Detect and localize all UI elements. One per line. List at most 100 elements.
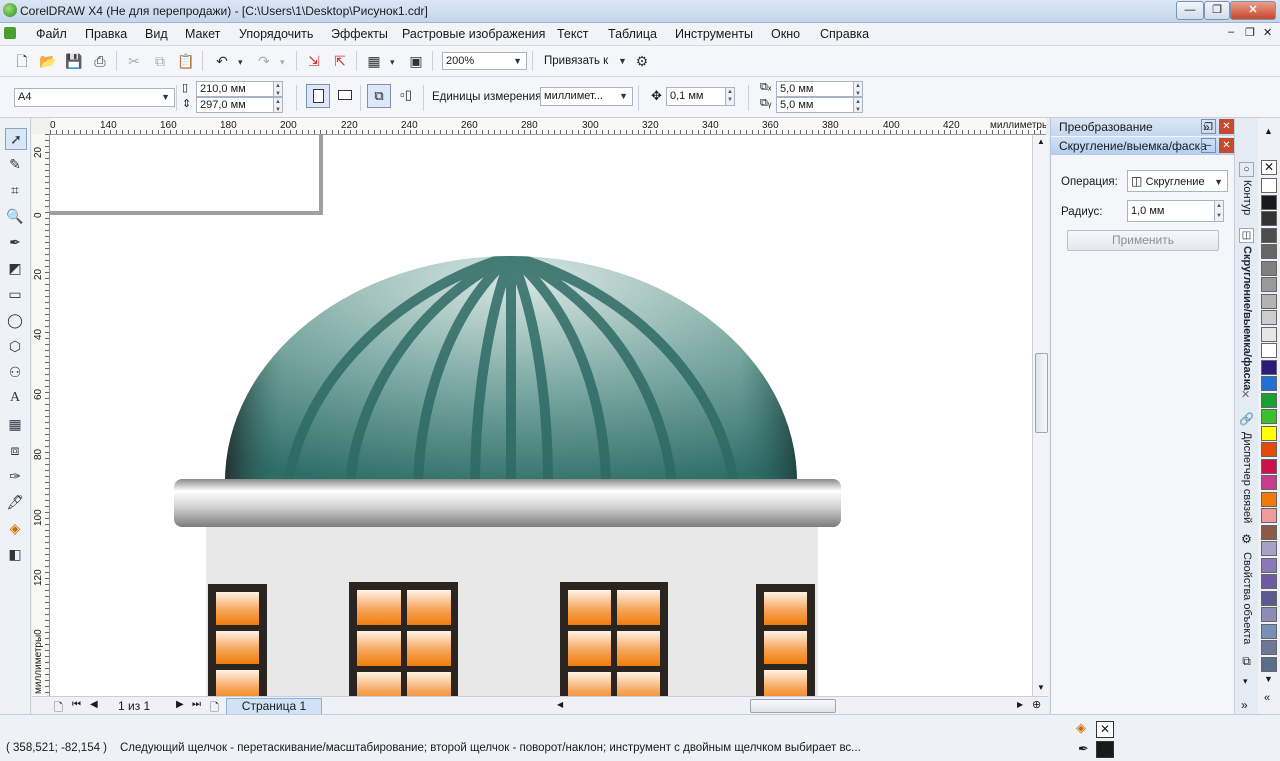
snap-dropdown-icon[interactable]: ▼ <box>618 56 627 66</box>
application-launcher-icon[interactable]: ▦ <box>364 51 384 71</box>
freehand-tool-icon[interactable]: ✒ <box>5 232 25 252</box>
building-wall[interactable] <box>206 525 818 696</box>
color-swatch[interactable] <box>1261 310 1277 325</box>
menu-effects[interactable]: Эффекты <box>331 27 388 41</box>
undo-icon[interactable]: ↶ <box>212 51 232 71</box>
close-tab-icon[interactable]: ✕ <box>1241 388 1250 401</box>
color-swatch[interactable] <box>1261 574 1277 589</box>
previous-page-icon[interactable]: ◀ <box>90 699 98 710</box>
nudge-distance-input[interactable]: 0,1 мм <box>666 87 727 106</box>
color-swatch[interactable] <box>1261 656 1277 672</box>
color-swatch[interactable] <box>1261 211 1277 226</box>
landscape-orientation-button[interactable] <box>334 84 356 106</box>
scroll-right-icon[interactable]: ▶ <box>1017 700 1023 709</box>
paste-icon[interactable]: 📋 <box>176 51 196 71</box>
color-swatch[interactable] <box>1261 458 1277 474</box>
menu-window[interactable]: Окно <box>771 27 800 41</box>
welcome-screen-icon[interactable]: ▣ <box>406 51 426 71</box>
palette-expand-icon[interactable]: « <box>1264 692 1270 704</box>
menu-table[interactable]: Таблица <box>608 27 657 41</box>
duplicate-x-input[interactable]: 5,0 мм <box>776 81 855 97</box>
tab-contour[interactable]: Контур <box>1241 180 1253 215</box>
next-page-icon[interactable]: ▶ <box>176 699 184 710</box>
redo-icon[interactable]: ↷ <box>254 51 274 71</box>
tab-object-properties[interactable]: Свойства объекта <box>1241 552 1253 644</box>
import-icon[interactable]: ⇲ <box>304 51 324 71</box>
color-swatch[interactable] <box>1261 326 1277 342</box>
menu-help[interactable]: Справка <box>820 27 869 41</box>
vertical-scroll-thumb[interactable] <box>1035 353 1048 433</box>
text-tool-icon[interactable]: A <box>5 388 25 408</box>
new-document-icon[interactable]: 🗋 <box>12 51 32 71</box>
tab-link-manager[interactable]: Диспетчер связей <box>1241 432 1253 523</box>
radius-spinner[interactable]: ▲ ▼ <box>1214 200 1224 222</box>
close-button[interactable]: ✕ <box>1230 1 1276 20</box>
fill-tool-icon[interactable]: ◈ <box>5 518 25 538</box>
object-properties-tab-icon[interactable]: ⚙ <box>1239 532 1254 547</box>
docker-undock-icon[interactable]: ❐ <box>1201 119 1216 134</box>
zoom-tool-icon[interactable]: 🔍 <box>5 206 25 226</box>
outline-color-indicator[interactable] <box>1096 741 1114 758</box>
paper-size-select[interactable]: A4 ▼ <box>14 88 175 107</box>
horizontal-ruler[interactable]: 0 140 160 180 200 220 240 260 280 300 32… <box>50 118 1046 135</box>
menu-tools[interactable]: Инструменты <box>675 27 753 41</box>
color-swatch[interactable] <box>1261 343 1277 358</box>
current-page-icon[interactable]: ▫▯ <box>395 84 417 106</box>
color-swatch[interactable] <box>1261 475 1277 490</box>
basic-shapes-tool-icon[interactable]: ⚇ <box>5 362 25 382</box>
palette-scroll-up-icon[interactable]: ▲ <box>1264 126 1273 136</box>
restore-button[interactable]: ❐ <box>1204 1 1230 20</box>
undo-dropdown-icon[interactable]: ▾ <box>238 57 243 68</box>
docker-close-icon[interactable]: ✕ <box>1219 138 1234 153</box>
launcher-dropdown-icon[interactable]: ▾ <box>390 57 395 68</box>
link-manager-tab-icon[interactable]: 🔗 <box>1239 412 1254 427</box>
pick-tool-icon[interactable]: ➚ <box>5 128 27 150</box>
menu-bitmaps[interactable]: Растровые изображения <box>402 27 545 41</box>
doc-close-icon[interactable]: ✕ <box>1263 26 1272 39</box>
polygon-tool-icon[interactable]: ⬡ <box>5 336 25 356</box>
fillet-tab-icon[interactable]: ◫ <box>1239 228 1254 243</box>
color-swatch[interactable] <box>1261 293 1277 309</box>
open-folder-icon[interactable]: 📂 <box>38 51 58 71</box>
last-page-icon[interactable]: ⏭ <box>192 699 201 710</box>
scroll-down-icon[interactable]: ▼ <box>1037 683 1045 692</box>
cut-icon[interactable]: ✂ <box>124 51 144 71</box>
height-spinner[interactable]: ▲ ▼ <box>273 97 283 113</box>
doc-minimize-icon[interactable]: – <box>1228 26 1234 38</box>
save-icon[interactable]: 💾 <box>64 51 84 71</box>
horizontal-scroll-thumb[interactable] <box>750 699 836 713</box>
navigator-zoom-icon[interactable]: ⊕ <box>1032 698 1041 711</box>
outline-tool-icon[interactable]: 🖋 <box>5 492 25 512</box>
units-select[interactable]: миллимет... ▼ <box>540 87 633 106</box>
zoom-level-select[interactable]: 200% ▼ <box>442 52 527 70</box>
width-spinner[interactable]: ▲ ▼ <box>273 81 283 97</box>
color-swatch[interactable] <box>1261 277 1277 292</box>
color-swatch[interactable] <box>1261 227 1277 243</box>
menu-text[interactable]: Текст <box>557 27 588 41</box>
export-icon[interactable]: ⇱ <box>330 51 350 71</box>
palette-scroll-down-icon[interactable]: ▼ <box>1264 674 1273 684</box>
menu-arrange[interactable]: Упорядочить <box>239 27 313 41</box>
color-swatch[interactable] <box>1261 392 1277 408</box>
duplicate-x-spinner[interactable]: ▲ ▼ <box>853 81 863 97</box>
minimize-button[interactable]: — <box>1176 1 1204 20</box>
color-swatch[interactable] <box>1261 194 1277 210</box>
color-swatch[interactable] <box>1261 376 1277 391</box>
page-tab[interactable]: Страница 1 <box>226 698 322 715</box>
no-color-swatch[interactable]: ✕ <box>1261 160 1277 175</box>
table-tool-icon[interactable]: ▦ <box>5 414 25 434</box>
copy-icon[interactable]: ⧉ <box>150 51 170 71</box>
drawing-canvas[interactable] <box>50 135 1032 696</box>
apply-button[interactable]: Применить <box>1067 230 1219 251</box>
drawing-artwork[interactable] <box>50 135 1032 696</box>
color-swatch[interactable] <box>1261 557 1277 573</box>
color-swatch[interactable] <box>1261 607 1277 622</box>
scroll-left-icon[interactable]: ◀ <box>557 700 563 709</box>
shape-tool-icon[interactable]: ✎ <box>5 154 25 174</box>
crop-tool-icon[interactable]: ⌗ <box>5 180 25 200</box>
eyedropper-tool-icon[interactable]: ✑ <box>5 466 25 486</box>
docker-options-icon[interactable]: ⧉ <box>1239 654 1254 669</box>
scroll-tabs-down-icon[interactable]: ▾ <box>1243 676 1248 687</box>
snap-to-label[interactable]: Привязать к <box>544 55 608 67</box>
radius-input[interactable]: 1,0 мм <box>1127 200 1216 222</box>
